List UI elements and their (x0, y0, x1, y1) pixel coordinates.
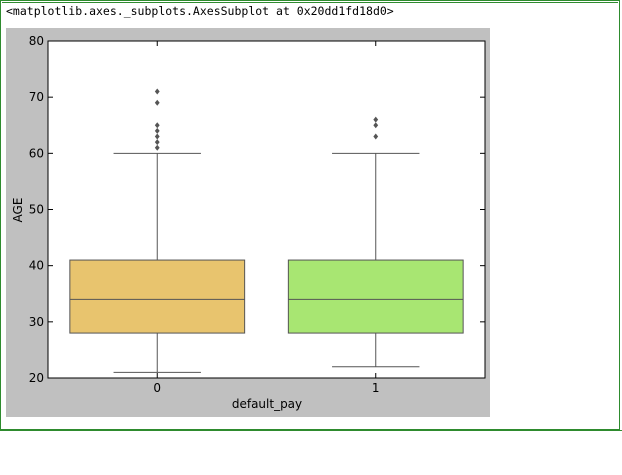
x-tick-label: 1 (372, 381, 380, 395)
boxplot-figure: 20 30 40 50 60 70 80 0 1 AGE default_pay (6, 28, 490, 417)
y-tick-label: 40 (29, 259, 44, 273)
y-tick-label: 60 (29, 146, 44, 160)
x-axis-label: default_pay (232, 397, 302, 411)
y-tick-label: 30 (29, 315, 44, 329)
y-tick-label: 80 (29, 34, 44, 48)
y-tick-label: 20 (29, 371, 44, 385)
y-axis-label: AGE (11, 198, 25, 223)
iqr-box (69, 259, 246, 334)
y-tick-label: 50 (29, 203, 44, 217)
y-tick-label: 70 (29, 90, 44, 104)
x-tick-label: 0 (153, 381, 161, 395)
iqr-box (287, 259, 464, 334)
